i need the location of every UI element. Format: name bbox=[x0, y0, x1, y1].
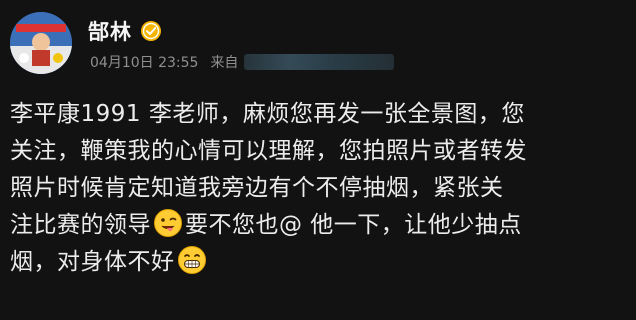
content-line-2: 关注，鞭策我的心情可以理解，您拍照片或者转发 bbox=[10, 138, 527, 164]
grinning-emoji bbox=[177, 245, 207, 275]
post-meta: 04月10日 23:55 来自 bbox=[90, 52, 395, 72]
avatar-image bbox=[10, 12, 72, 74]
content-line-4: 注比赛的领导 要不您也@ 他一下，让他少抽点 bbox=[10, 207, 624, 244]
post-time: 04月10日 23:55 bbox=[90, 55, 199, 71]
content-line-1: 李平康1991 李老师，麻烦您再发一张全景图，您 bbox=[10, 101, 525, 127]
author-name[interactable]: 郜林 bbox=[88, 16, 132, 46]
content-line-5: 烟，对身体不好 bbox=[10, 244, 624, 281]
content-line-4-text-b: 要不您也@ 他一下，让他少抽点 bbox=[185, 212, 522, 238]
post-content: 李平康1991 李老师，麻烦您再发一张全景图，您 关注，鞭策我的心情可以理解，您… bbox=[10, 96, 624, 281]
verified-badge-icon bbox=[140, 20, 162, 42]
winking-tongue-emoji bbox=[153, 208, 183, 238]
content-line-4-text-a: 注比赛的领导 bbox=[10, 212, 151, 238]
content-line-5-text: 烟，对身体不好 bbox=[10, 249, 175, 275]
source-redacted bbox=[244, 54, 395, 70]
content-line-3: 照片时候肯定知道我旁边有个不停抽烟，紧张关 bbox=[10, 175, 504, 201]
name-row: 郜林 bbox=[88, 16, 162, 46]
weibo-post: 郜林 04月10日 23:55 来自 李平康1991 李老师，麻烦您再发一张全景… bbox=[0, 0, 636, 320]
avatar[interactable] bbox=[10, 12, 72, 74]
post-header: 郜林 04月10日 23:55 来自 bbox=[10, 12, 626, 76]
source-label: 来自 bbox=[210, 55, 239, 71]
